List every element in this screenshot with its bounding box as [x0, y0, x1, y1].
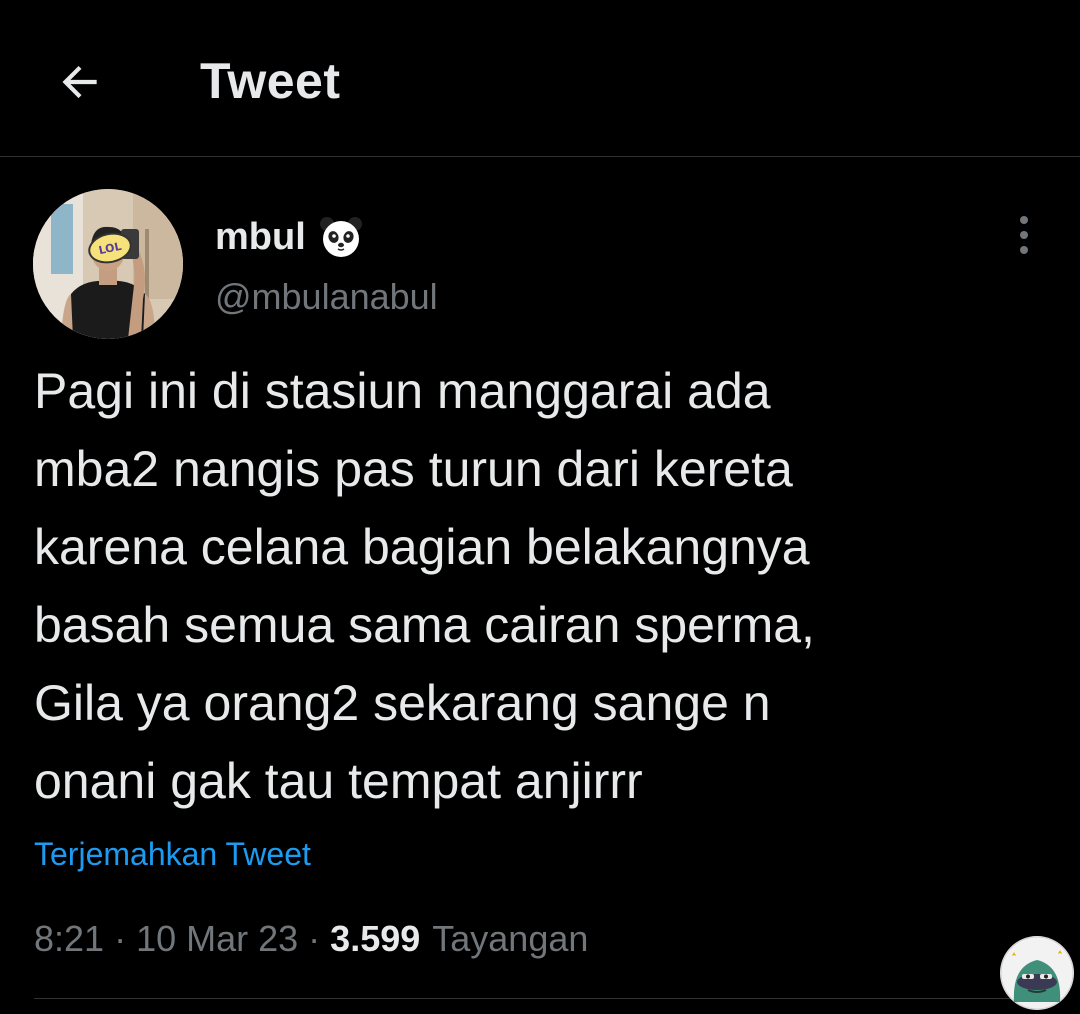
avatar-photo [33, 189, 183, 339]
meta-separator: · [308, 918, 321, 959]
meta-divider [34, 998, 1044, 999]
meta-separator: · [114, 918, 127, 959]
author-handle[interactable]: @mbulanabul [215, 276, 438, 318]
more-options-button[interactable] [1002, 210, 1046, 260]
back-button[interactable] [42, 44, 118, 120]
views-count[interactable]: 3.599 [330, 918, 420, 960]
panda-face-icon [319, 217, 362, 257]
arrow-left-icon [62, 65, 97, 99]
tweet-date[interactable]: 10 Mar 23 [136, 918, 298, 960]
views-label[interactable]: Tayangan [432, 918, 588, 960]
tweet-time[interactable]: 8:21 [34, 918, 104, 960]
tweet-meta: 8:21 · 10 Mar 23 · 3.599 Tayangan [34, 918, 588, 960]
top-app-bar: Tweet [0, 0, 1080, 157]
header-divider [0, 156, 1080, 157]
avatar-sticker-text: LOL [97, 239, 123, 257]
page-title: Tweet [200, 53, 341, 109]
translate-tweet-link[interactable]: Terjemahkan Tweet [34, 836, 311, 873]
author-name-row[interactable]: mbul [215, 214, 364, 260]
author-name[interactable]: mbul [215, 216, 306, 259]
frog-sticker-icon [1000, 936, 1074, 1010]
more-vertical-icon [1020, 216, 1028, 254]
tweet-text: Pagi ini di stasiun manggarai ada mba2 n… [34, 363, 815, 809]
avatar[interactable]: LOL [33, 189, 183, 339]
